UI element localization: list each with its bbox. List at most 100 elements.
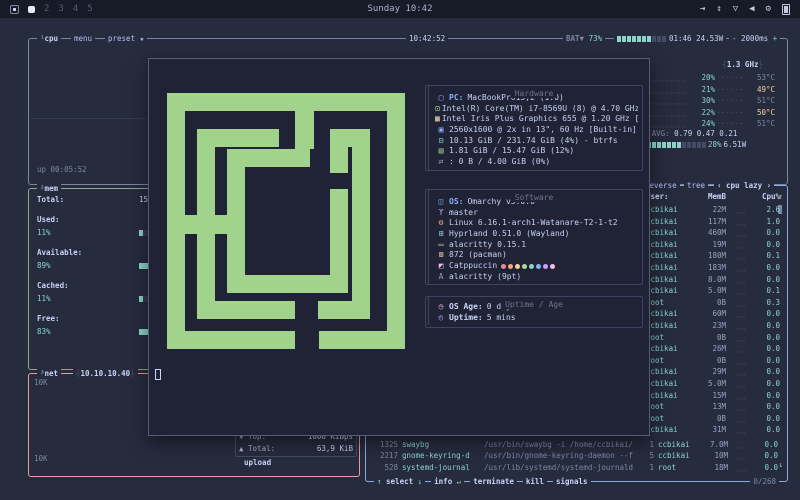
font-icon: A <box>435 272 447 283</box>
process-threads: 5 <box>642 450 654 461</box>
mem-stat-percent: 11% <box>37 292 61 305</box>
meter-block <box>682 142 686 148</box>
uptime-icon: ◴ <box>435 313 447 324</box>
theme-icon: ◩ <box>435 261 447 272</box>
process-row[interactable]: ccbikai183M⣀⣀0.0 <box>646 262 784 274</box>
select-action[interactable]: ↑ select ↓ <box>374 477 425 486</box>
process-user: ccbikai <box>646 308 692 320</box>
process-row[interactable]: ccbikai117M⣀⣀1.0 <box>646 216 784 228</box>
process-cpu-graph: ⣀⣀ <box>726 378 756 390</box>
sort-selector[interactable]: ‹ cpu lazy › <box>714 181 774 190</box>
core-temp: 50°C <box>745 108 775 117</box>
core-temp: 51°C <box>745 96 775 105</box>
process-row[interactable]: root0B⣀⣀0.0 <box>646 355 784 367</box>
info-action[interactable]: info ↵ <box>431 477 464 486</box>
fetch-row: ϒmaster <box>435 208 638 219</box>
process-row[interactable]: ccbikai31M⣀⣀0.0 <box>646 424 784 436</box>
cpu-panel-title[interactable]: ¹cpu <box>37 34 61 43</box>
software-title: Software <box>511 193 558 202</box>
process-rows: ccbikai22M⣀⣀2.6ccbikai117M⣀⣀1.0ccbikai46… <box>646 204 784 436</box>
software-section: Software ◫OS:Omarchy v3.0.0ϒmaster⚙Linux… <box>425 189 643 285</box>
meter-block <box>677 142 681 148</box>
process-cpu-graph: ⣀⣀ <box>726 274 756 286</box>
process-cpu: 0.0 <box>756 343 780 355</box>
upload-tab[interactable]: upload <box>241 458 274 467</box>
process-mem: 22M <box>692 204 726 216</box>
dot-leader: ······ <box>715 73 745 82</box>
meter-block <box>702 142 706 148</box>
process-mem: 15M <box>692 390 726 402</box>
fetch-row-text: master <box>449 208 478 219</box>
memory-panel-title[interactable]: ²mem <box>37 184 61 193</box>
fetch-row-text: : 0 B / 4.00 GiB (0%) <box>449 157 550 168</box>
process-rows-detailed: 1325swaybg/usr/bin/swaybg -i /home/ccbik… <box>372 439 784 473</box>
fetch-row: ⊠872 (pacman) <box>435 250 638 261</box>
meter-block <box>642 36 646 42</box>
tree-button[interactable]: tree <box>684 181 708 190</box>
process-row[interactable]: ccbikai19M⣀⣀0.0 <box>646 239 784 251</box>
process-cpu-graph: ⣀⣀ <box>726 424 756 436</box>
meter-block <box>697 142 701 148</box>
process-row[interactable]: ccbikai460M⣀⣀0.0 <box>646 227 784 239</box>
shell-cursor[interactable] <box>155 369 161 380</box>
process-row-detailed[interactable]: 528systemd-journal/usr/lib/systemd/syste… <box>372 462 784 473</box>
process-row[interactable]: ccbikai5.0M⣀⣀0.1 <box>646 285 784 297</box>
process-name: swaybg <box>402 439 484 450</box>
action-label: select <box>386 477 413 486</box>
process-row[interactable]: ccbikai29M⣀⣀0.0 <box>646 366 784 378</box>
process-row[interactable]: ccbikai60M⣀⣀0.0 <box>646 308 784 320</box>
process-mem: 18M <box>700 462 728 473</box>
process-row-detailed[interactable]: 2217gnome-keyring-d/usr/bin/gnome-keyrin… <box>372 450 784 461</box>
process-row[interactable]: ccbikai22M⣀⣀2.6 <box>646 204 784 216</box>
terminate-action[interactable]: terminate <box>470 477 517 486</box>
process-row[interactable]: ccbikai26M⣀⣀0.0 <box>646 343 784 355</box>
process-row[interactable]: root0B⣀⣀0.0 <box>646 332 784 344</box>
update-interval[interactable]: - 2000ms + <box>729 34 780 43</box>
menu-button[interactable]: menu <box>71 34 95 43</box>
process-user: ccbikai <box>646 424 692 436</box>
kill-action[interactable]: kill <box>523 477 547 486</box>
process-cpu: 1.0 <box>756 216 780 228</box>
preset-button[interactable]: preset ★ <box>105 34 147 43</box>
fetch-row: ⊞Hyprland 0.51.0 (Wayland) <box>435 229 638 240</box>
process-row[interactable]: root13M⣀⣀0.0 <box>646 401 784 413</box>
process-row[interactable]: ccbikai8.0M⣀⣀0.0 <box>646 274 784 286</box>
network-ip: ┤10.10.10.40├ <box>73 369 138 378</box>
process-row[interactable]: ccbikai180M⣀⣀0.1 <box>646 250 784 262</box>
process-row[interactable]: ccbikai15M⣀⣀0.0 <box>646 390 784 402</box>
scroll-up-icon[interactable]: ↑ <box>778 192 783 201</box>
process-row[interactable]: ccbikai5.0M⣀⣀0.0 <box>646 378 784 390</box>
scroll-down-icon[interactable]: ↓ <box>778 460 783 469</box>
process-row[interactable]: root0B⣀⣀0.0 <box>646 413 784 425</box>
fetch-row: ▣2560x1600 @ 2x in 13", 60 Hz [Built-in] <box>435 125 638 136</box>
process-user: root <box>646 413 692 425</box>
cpu-core-list: ⣀⣀⣀⣀⣀⣀⣀⣀⣀⣀20%······53°C⣀⣀⣀⣀⣀⣀⣀⣀⣀⣀21%····… <box>637 72 783 130</box>
hardware-section: Hardware ▢PC:MacBookPro15,2 (1.0)⊡Intel(… <box>425 85 643 171</box>
process-row[interactable]: root0B⣀⣀0.3 <box>646 297 784 309</box>
meter-block <box>647 36 651 42</box>
uptime-title: Uptime / Age <box>501 300 567 309</box>
battery-icon[interactable] <box>782 4 790 15</box>
signals-action[interactable]: signals <box>553 477 591 486</box>
process-cpu-graph: ⣀⣀ <box>726 285 756 297</box>
process-row-detailed[interactable]: 1325swaybg/usr/bin/swaybg -i /home/ccbik… <box>372 439 784 450</box>
mem-stat-percent: 11% <box>37 226 61 239</box>
process-cpu-graph: ⣀⣀ <box>726 401 756 413</box>
process-row[interactable]: ccbikai23M⣀⣀0.0 <box>646 320 784 332</box>
process-cpu: 2.6 <box>756 204 780 216</box>
cpu-core-row: ⣀⣀⣀⣀⣀⣀⣀⣀⣀⣀24%······51°C <box>637 118 783 130</box>
network-panel-title[interactable]: ³net <box>37 369 61 378</box>
fetch-row: ⊟10.13 GiB / 231.74 GiB (4%) - btrfs <box>435 136 638 147</box>
process-cpu: 0.0 <box>756 462 778 473</box>
process-cpu-graph: ⣀⣀ <box>726 216 756 228</box>
cpu-core-row: ⣀⣀⣀⣀⣀⣀⣀⣀⣀⣀30%······51°C <box>637 95 783 107</box>
gpu-icon: ▦ <box>435 114 440 125</box>
process-mem: 29M <box>692 366 726 378</box>
process-user: ccbikai <box>658 439 700 450</box>
core-usage: 24% <box>689 119 715 128</box>
process-mem: 23M <box>692 320 726 332</box>
process-mem: 5.0M <box>692 285 726 297</box>
fetch-row: ⊡Intel(R) Core(TM) i7-8569U (8) @ 4.70 G… <box>435 104 638 115</box>
process-cpu-graph: ⣀⣀ <box>728 462 756 473</box>
meter-block <box>657 36 661 42</box>
